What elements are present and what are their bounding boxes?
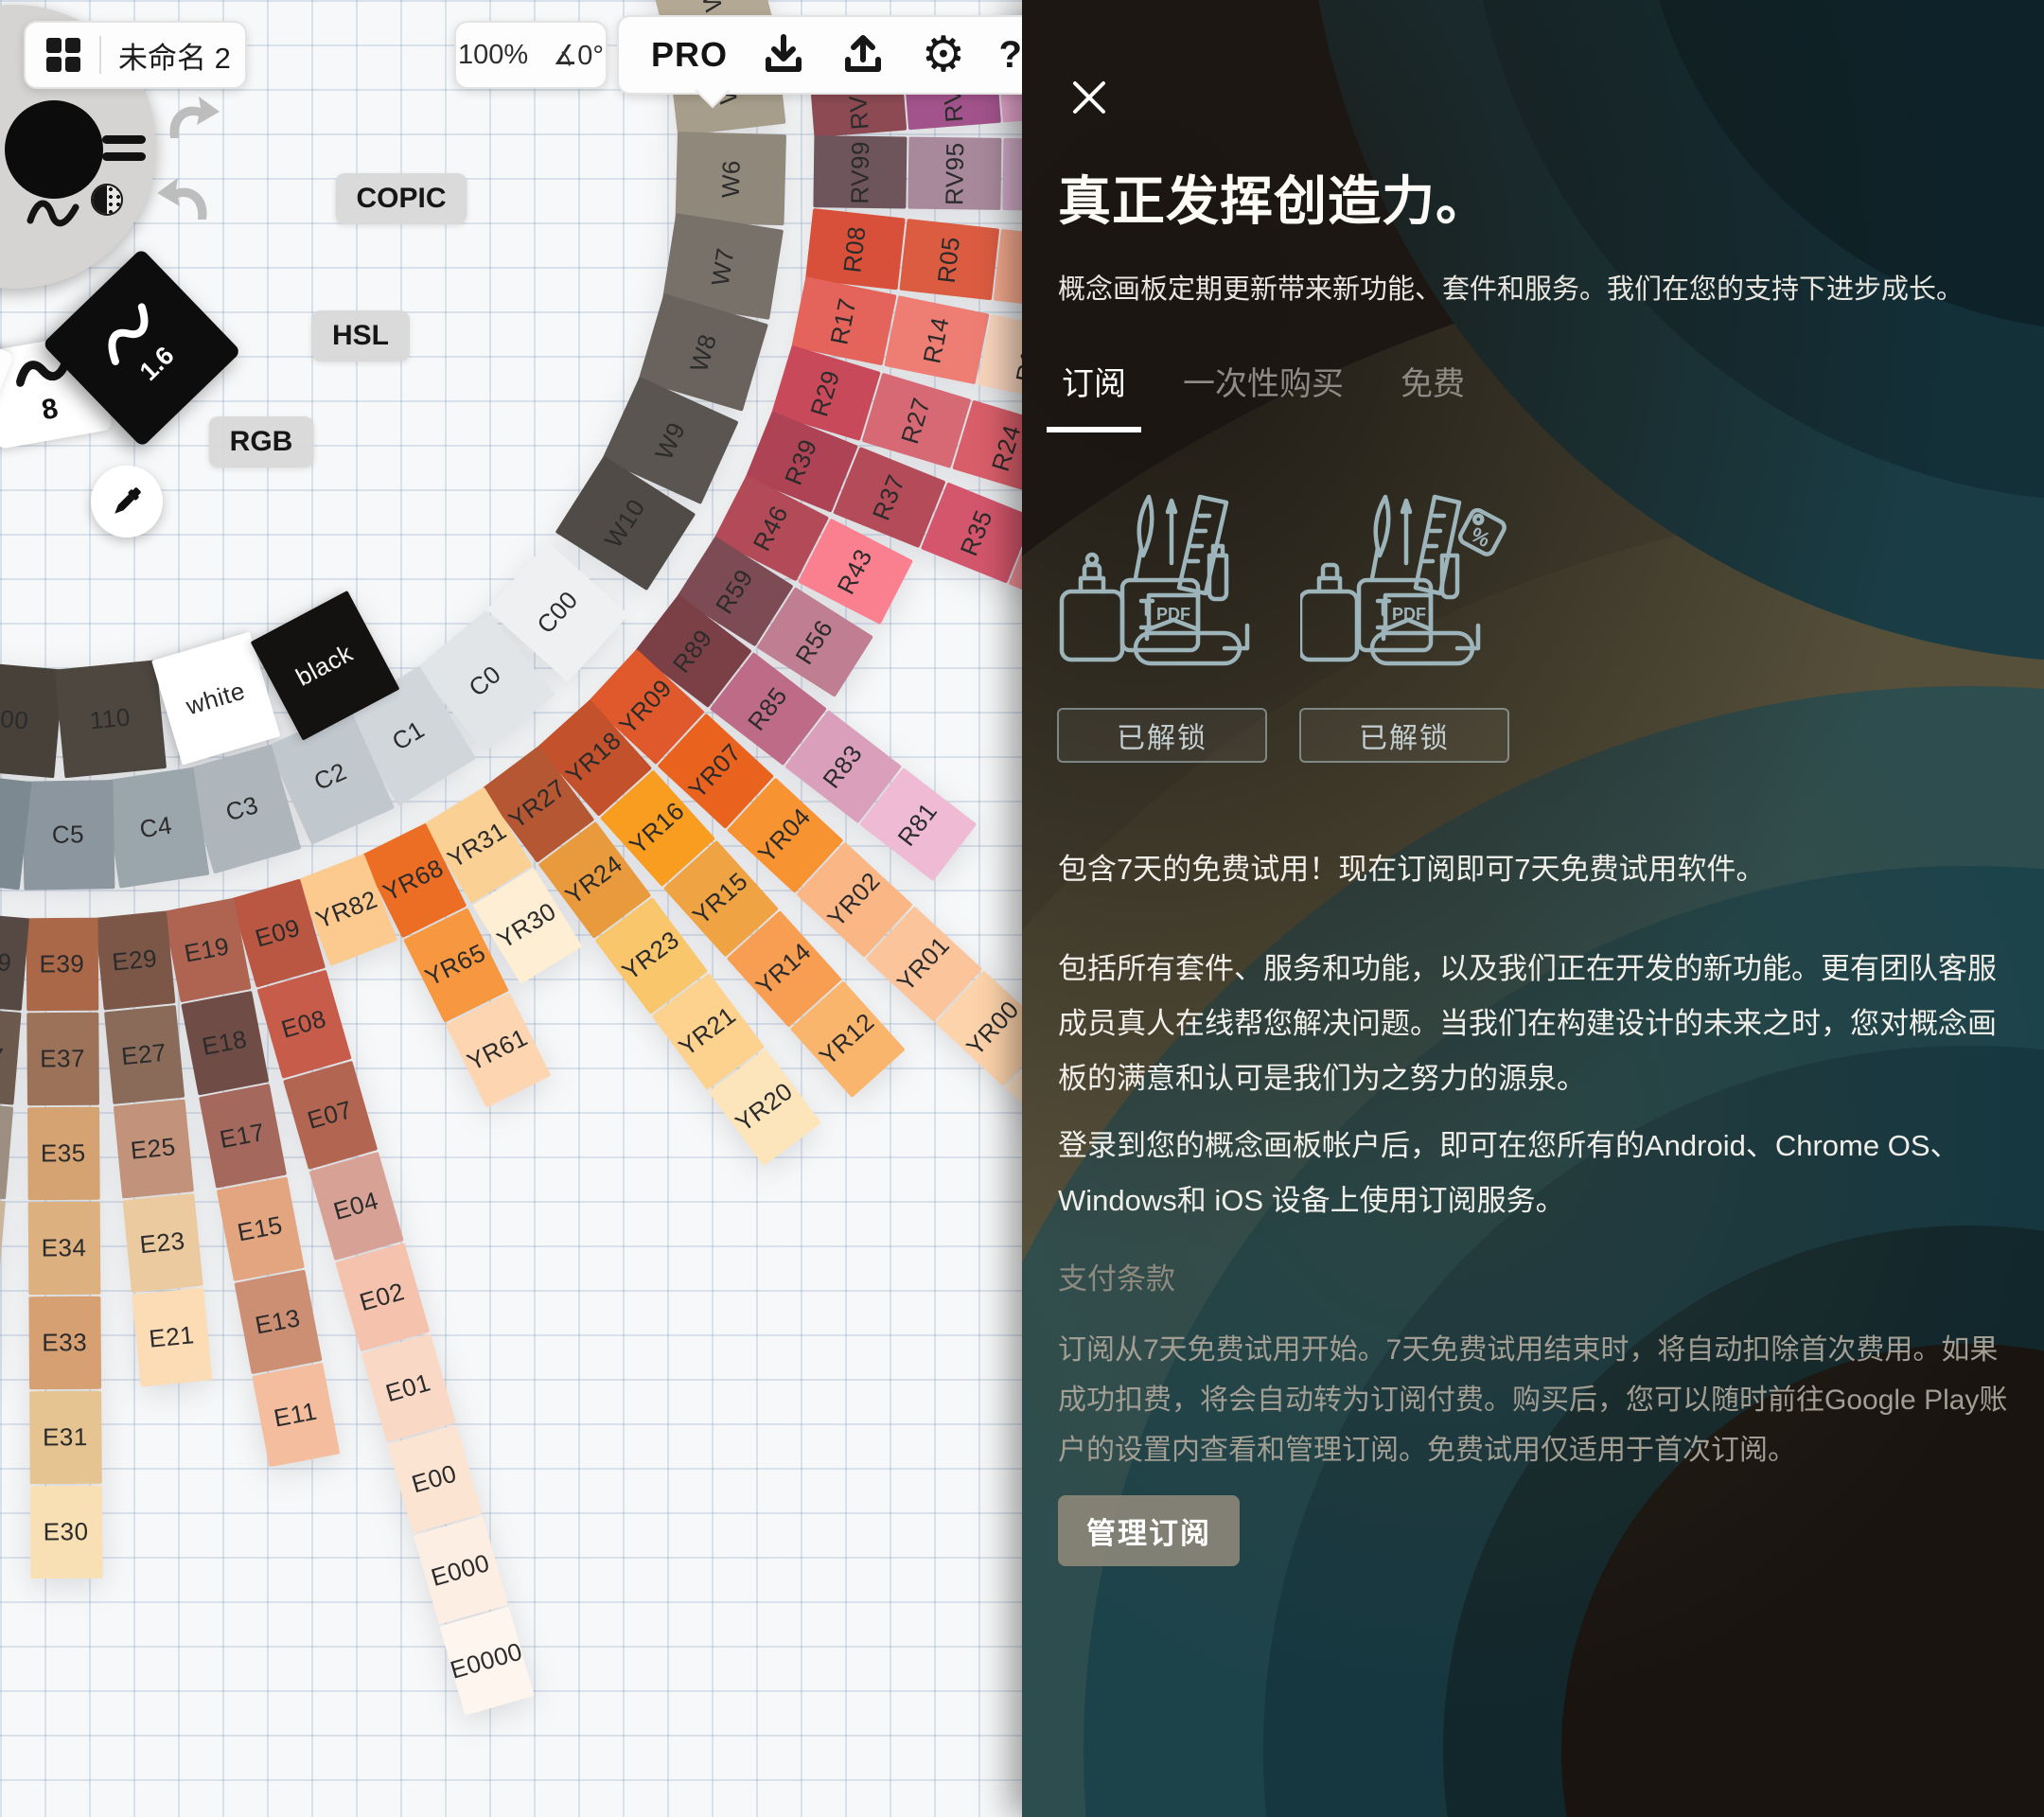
dialog-subtitle: 概念画板定期更新带来新功能、套件和服务。我们在您的支持下进步成长。 bbox=[1058, 267, 1964, 307]
tab-one-time-purchase[interactable]: 一次性购买 bbox=[1183, 358, 1344, 431]
copic-swatch-E17[interactable]: E17 bbox=[199, 1084, 287, 1189]
copic-swatch-E37[interactable]: E37 bbox=[26, 1013, 99, 1106]
divider bbox=[99, 36, 101, 74]
stroke-preview-icon bbox=[26, 192, 81, 238]
document-title[interactable]: 未命名 2 bbox=[118, 34, 231, 77]
copic-swatch-E02[interactable]: E02 bbox=[335, 1243, 430, 1351]
gallery-grid-icon[interactable] bbox=[46, 38, 80, 72]
settings-gear-icon[interactable]: ⚙ bbox=[919, 30, 968, 79]
tool-size-label: 8 bbox=[40, 393, 61, 427]
zoom-level[interactable]: 100% bbox=[458, 40, 528, 71]
copic-swatch-E47[interactable]: E47 bbox=[0, 1007, 22, 1105]
copic-swatch-RV93[interactable]: RV93 bbox=[1002, 138, 1022, 211]
opacity-blend-icon[interactable] bbox=[91, 184, 123, 216]
unlock-card-essentials: PDF 已解锁 bbox=[1058, 481, 1266, 763]
undo-icon[interactable] bbox=[155, 174, 216, 228]
document-toolbar: 未命名 2 bbox=[24, 21, 247, 89]
copic-swatch-E29[interactable]: E29 bbox=[95, 910, 175, 1010]
copic-swatch-E31[interactable]: E31 bbox=[29, 1391, 102, 1485]
app-window: 100110whiteblackW4W5W6W7W8W9W10C00C0C1C2… bbox=[0, 0, 2044, 1817]
svg-text:PDF: PDF bbox=[1156, 605, 1190, 624]
help-button[interactable]: ? bbox=[999, 34, 1022, 77]
copic-swatch-E21[interactable]: E21 bbox=[132, 1288, 212, 1387]
copic-swatch-110[interactable]: 110 bbox=[55, 660, 167, 778]
art-supplies-icon: PDF bbox=[1058, 481, 1266, 687]
copic-swatch-R05[interactable]: R05 bbox=[899, 219, 999, 300]
palette-mode-rgb[interactable]: RGB bbox=[209, 416, 314, 467]
includes-paragraph: 包括所有套件、服务和功能，以及我们正在开发的新功能。更有团队客服成员真人在线帮您… bbox=[1058, 942, 2012, 1106]
copic-swatch-E18[interactable]: E18 bbox=[181, 991, 269, 1096]
copic-swatch-E34[interactable]: E34 bbox=[28, 1202, 101, 1296]
copic-swatch-R08[interactable]: R08 bbox=[805, 208, 906, 290]
copic-swatch-E08[interactable]: E08 bbox=[257, 970, 352, 1079]
copic-swatch-E07[interactable]: E07 bbox=[283, 1061, 378, 1170]
copic-swatch-E44[interactable]: E44 bbox=[0, 1101, 13, 1199]
drawing-canvas[interactable]: 100110whiteblackW4W5W6W7W8W9W10C00C0C1C2… bbox=[0, 0, 1022, 1817]
copic-swatch-R14[interactable]: R14 bbox=[884, 295, 989, 384]
svg-text:PDF: PDF bbox=[1392, 605, 1426, 624]
palette-mode-hsl[interactable]: HSL bbox=[311, 310, 410, 362]
art-supplies-discount-icon: PDF % bbox=[1300, 481, 1508, 687]
subscription-dialog: 真正发挥创造力。 概念画板定期更新带来新功能、套件和服务。我们在您的支持下进步成… bbox=[1022, 0, 2044, 1817]
active-color-puck[interactable] bbox=[5, 100, 103, 199]
plan-tabs: 订阅 一次性购买 免费 bbox=[1062, 358, 1465, 431]
tab-free[interactable]: 免费 bbox=[1401, 358, 1465, 431]
palette-mode-copic[interactable]: COPIC bbox=[335, 173, 467, 224]
unlock-card-discount: PDF % 已解锁 bbox=[1300, 481, 1508, 763]
zoom-toolbar[interactable]: 100% ∡0° bbox=[454, 21, 608, 89]
copic-swatch-RV95[interactable]: RV95 bbox=[907, 137, 1001, 210]
pro-button[interactable]: PRO bbox=[651, 35, 728, 75]
copic-swatch-E49[interactable]: E49 bbox=[0, 912, 29, 1011]
copic-swatch-W6[interactable]: W6 bbox=[676, 132, 786, 225]
trial-paragraph: 包含7天的免费试用！现在订阅即可7天免费试用软件。 bbox=[1058, 842, 2012, 897]
close-icon[interactable] bbox=[1067, 76, 1111, 119]
copic-swatch-E00[interactable]: E00 bbox=[387, 1424, 482, 1533]
copic-swatch-C4[interactable]: C4 bbox=[103, 767, 209, 889]
copic-swatch-E30[interactable]: E30 bbox=[30, 1486, 103, 1579]
copic-swatch-100[interactable]: 100 bbox=[0, 661, 63, 778]
manage-subscription-button[interactable]: 管理订阅 bbox=[1058, 1495, 1240, 1566]
equals-icon[interactable] bbox=[102, 135, 146, 162]
copic-swatch-E25[interactable]: E25 bbox=[114, 1100, 194, 1199]
dialog-title: 真正发挥创造力。 bbox=[1058, 159, 1489, 236]
copic-swatch-E15[interactable]: E15 bbox=[217, 1176, 305, 1281]
copic-swatch-E0000[interactable]: E0000 bbox=[439, 1607, 534, 1716]
import-icon[interactable] bbox=[759, 30, 808, 79]
copic-swatch-E000[interactable]: E000 bbox=[414, 1515, 508, 1624]
copic-swatch-RV99[interactable]: RV99 bbox=[813, 135, 907, 208]
rotation-angle[interactable]: ∡0° bbox=[553, 39, 604, 72]
eyedropper-button[interactable] bbox=[91, 466, 163, 538]
unlocked-button[interactable]: 已解锁 bbox=[1057, 708, 1267, 763]
export-icon[interactable] bbox=[838, 30, 888, 79]
copic-swatch-E35[interactable]: E35 bbox=[27, 1107, 100, 1201]
copic-swatch-E13[interactable]: E13 bbox=[235, 1270, 323, 1375]
devices-paragraph: 登录到您的概念画板帐户后，即可在您所有的Android、Chrome OS、Wi… bbox=[1058, 1119, 2012, 1228]
payment-terms-heading: 支付条款 bbox=[1058, 1255, 1175, 1297]
copic-swatch-E27[interactable]: E27 bbox=[104, 1005, 185, 1104]
copic-swatch-E11[interactable]: E11 bbox=[252, 1363, 340, 1468]
copic-swatch-E39[interactable]: E39 bbox=[26, 918, 99, 1012]
unlocked-button[interactable]: 已解锁 bbox=[1299, 708, 1509, 763]
copic-swatch-E23[interactable]: E23 bbox=[123, 1193, 203, 1293]
main-toolbar: PRO ⚙ ? bbox=[617, 15, 1022, 95]
copic-swatch-C5[interactable]: C5 bbox=[22, 780, 115, 891]
redo-icon[interactable] bbox=[161, 93, 221, 147]
copic-swatch-E43[interactable]: E43 bbox=[0, 1195, 6, 1294]
payment-terms-body: 订阅从7天免费试用开始。7天免费试用结束时，将自动扣除首次费用。如果成功扣费，将… bbox=[1058, 1325, 2012, 1475]
copic-swatch-E01[interactable]: E01 bbox=[361, 1333, 456, 1442]
copic-swatch-E04[interactable]: E04 bbox=[309, 1152, 404, 1261]
copic-swatch-E33[interactable]: E33 bbox=[28, 1297, 101, 1390]
tab-subscribe[interactable]: 订阅 bbox=[1062, 358, 1126, 431]
